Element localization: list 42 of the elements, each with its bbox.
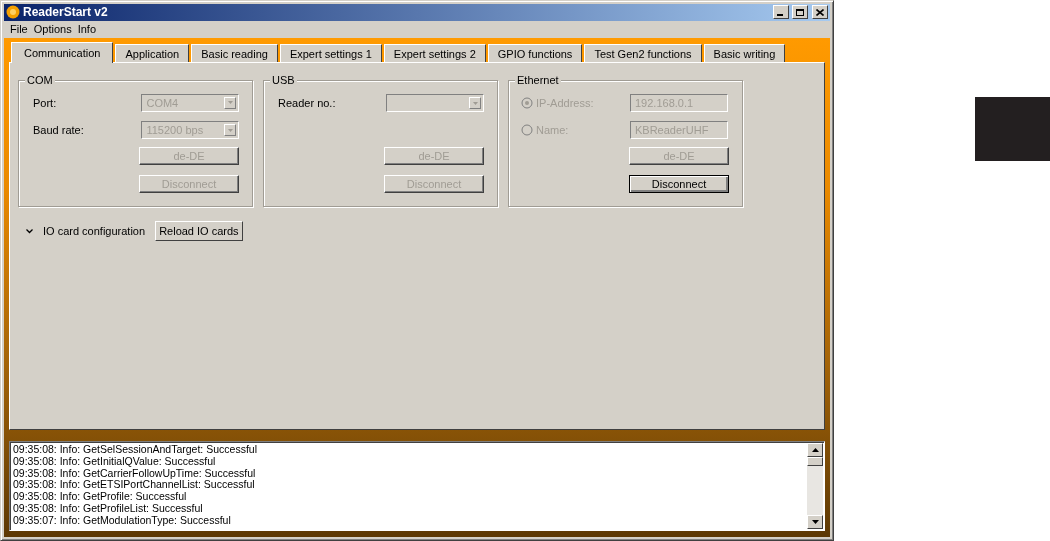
chevron-down-icon [26, 228, 33, 234]
menu-item[interactable]: File [7, 23, 31, 36]
scrollbar-thumb[interactable] [807, 457, 823, 466]
tab[interactable]: Expert settings 2 [383, 44, 486, 62]
log-line: 09:35:08: Info: GetProfile: Successful [13, 491, 188, 503]
log-line: 09:35:08: Info: GetProfileList: Successful [13, 503, 204, 515]
field-label: Port: [33, 96, 57, 109]
log-line: 09:35:08: Info: GetInitialQValue: Successful [13, 455, 217, 468]
tab[interactable]: Basic reading [191, 44, 278, 62]
close-icon [816, 8, 824, 16]
log-line: 09:35:08: Info: GetSelSessionAndTarget: Successful [13, 444, 258, 456]
minimize-button[interactable] [773, 5, 789, 20]
maximize-button[interactable] [792, 5, 808, 20]
field-label: Baud rate: [33, 124, 84, 137]
tab[interactable]: Communication [11, 42, 114, 63]
dropdown-arrow-icon [227, 101, 233, 105]
dropdown-arrow-icon [227, 128, 233, 132]
menu-item[interactable]: Info [74, 23, 99, 36]
group-title: USB [270, 74, 297, 86]
menu-item[interactable]: Options [30, 23, 75, 36]
dropdown-arrow-icon [472, 101, 478, 105]
group-title: Ethernet [515, 74, 561, 86]
close-button[interactable] [812, 5, 828, 20]
group-button[interactable]: Disconnect [629, 175, 729, 193]
maximize-icon [796, 8, 804, 16]
window-title: ReaderStart v2 [23, 5, 109, 20]
group-title: COM [25, 74, 55, 86]
tab[interactable]: Test Gen2 functions [584, 44, 702, 62]
tab[interactable]: Expert settings 1 [279, 44, 382, 62]
log-line: 09:35:07: Info: GetModulationType: Successful [13, 514, 232, 527]
log-line: 09:35:08: Info: GetCarrierFollowUpTime: Successful [13, 467, 257, 480]
app-logo-icon [6, 5, 20, 20]
scroll-down-icon [811, 520, 819, 524]
section-label: IO card configuration [43, 225, 146, 237]
scrollbar[interactable] [807, 443, 823, 529]
tab[interactable]: GPIO functions [487, 44, 583, 62]
tab[interactable]: Application [115, 44, 190, 62]
reload-button[interactable]: Reload IO cards [155, 221, 243, 241]
tab[interactable]: Basic writing [703, 44, 786, 62]
scroll-up-icon [811, 448, 819, 452]
field-label: Reader no.: [278, 97, 336, 109]
log-line: 09:35:08: Info: GetETSIPortChannelList: Successful [13, 479, 256, 492]
